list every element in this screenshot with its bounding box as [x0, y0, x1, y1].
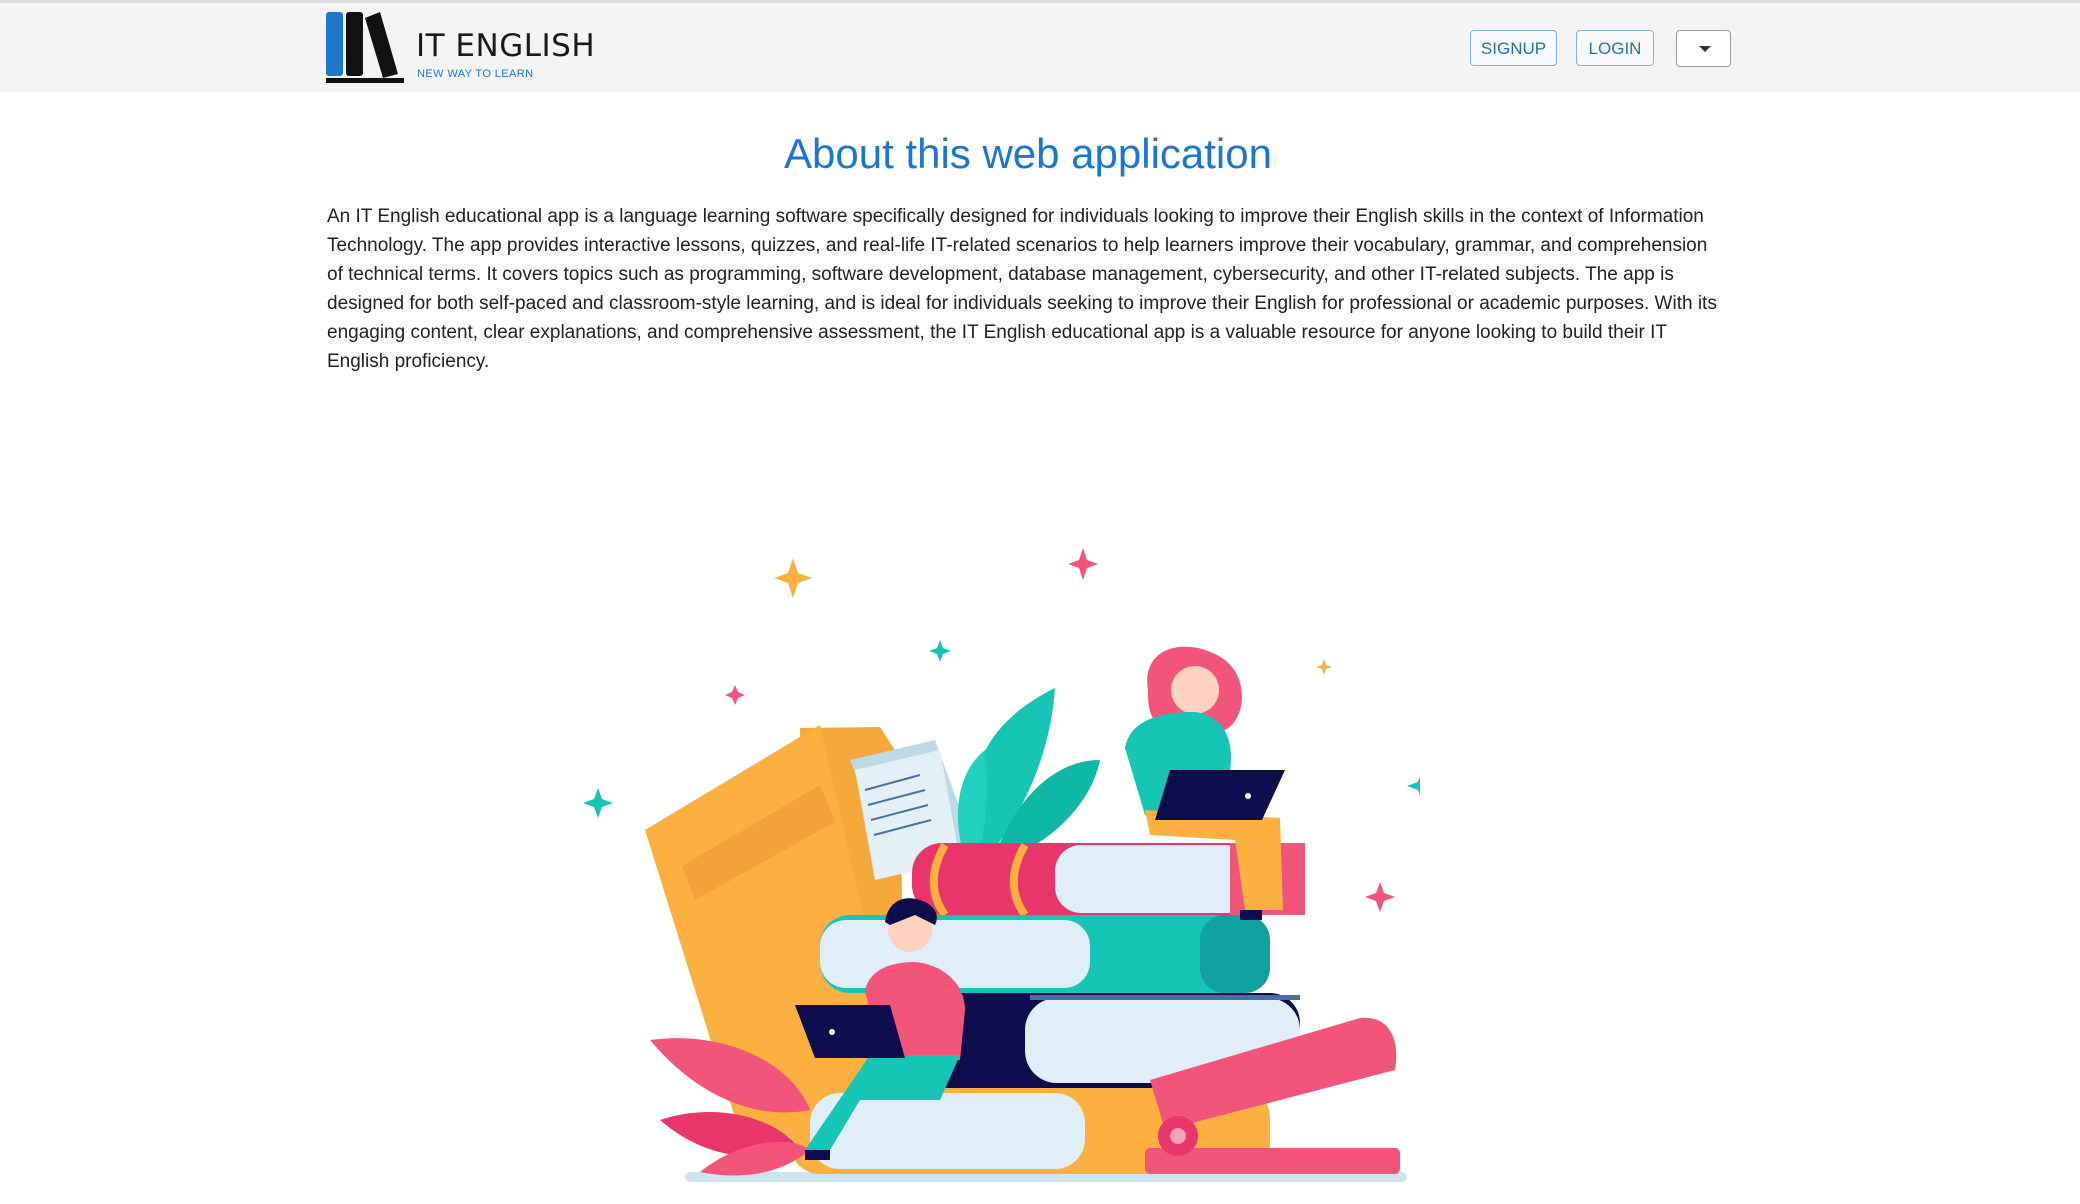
page-title: About this web application — [784, 130, 1272, 177]
navbar: IT ENGLISH NEW WAY TO LEARN SIGNUP LOGIN — [0, 0, 2080, 92]
books-logo-icon — [326, 12, 404, 83]
login-button[interactable]: LOGIN — [1576, 30, 1654, 66]
brand-tagline: NEW WAY TO LEARN — [417, 68, 534, 80]
books-learning-illustration — [583, 548, 1420, 1182]
about-description: An IT English educational app is a langu… — [327, 206, 1717, 372]
brand-title: IT ENGLISH — [416, 28, 596, 64]
signup-button[interactable]: SIGNUP — [1470, 30, 1557, 66]
caret-down-icon — [1699, 46, 1711, 52]
brand-logo-link[interactable]: IT ENGLISH NEW WAY TO LEARN — [325, 8, 595, 86]
dropdown-toggle-button[interactable] — [1676, 30, 1731, 67]
